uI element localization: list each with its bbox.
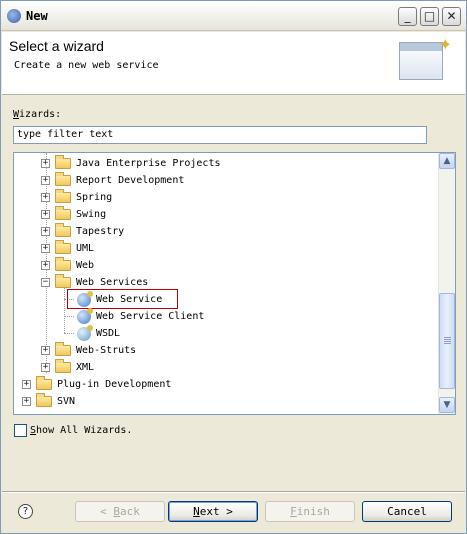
tree-item-uml[interactable]: + UML	[41, 240, 94, 257]
tree-item-java-enterprise-projects[interactable]: + Java Enterprise Projects	[41, 155, 221, 172]
expand-icon[interactable]: +	[41, 363, 50, 372]
banner-description: Create a new web service	[14, 60, 159, 71]
expand-icon[interactable]: +	[41, 244, 50, 253]
tree-item-tapestry[interactable]: + Tapestry	[41, 223, 124, 240]
wizard-banner: Select a wizard Create a new web service…	[2, 32, 465, 95]
help-icon[interactable]: ?	[18, 504, 33, 519]
cancel-button[interactable]: Cancel	[362, 501, 452, 522]
tree-item-label: Web	[76, 260, 95, 271]
scroll-up-button[interactable]: ▲	[439, 153, 455, 169]
tree-item-label: Web Services	[76, 277, 149, 288]
web-service-client-icon	[77, 307, 93, 324]
back-button[interactable]: < Back	[75, 501, 165, 522]
next-button[interactable]: Next >	[168, 501, 258, 522]
folder-icon	[55, 189, 71, 203]
collapse-icon[interactable]: −	[41, 278, 50, 287]
title-bar[interactable]: New _ □ ✕	[1, 1, 466, 31]
folder-icon	[36, 393, 52, 407]
scroll-down-button[interactable]: ▼	[439, 397, 455, 413]
expand-icon[interactable]: +	[22, 380, 31, 389]
tree-item-web-struts[interactable]: + Web-Struts	[41, 342, 136, 359]
tree-scrollbar[interactable]: ▲ ▼	[438, 153, 455, 414]
folder-icon	[55, 240, 71, 254]
folder-icon	[36, 376, 52, 390]
expand-icon[interactable]: +	[22, 397, 31, 406]
tree-item-label: Report Development	[76, 175, 185, 186]
expand-icon[interactable]: +	[41, 193, 50, 202]
tree-item-label: Web Service Client	[96, 311, 205, 322]
tree-item-label: Spring	[76, 192, 113, 203]
folder-icon	[55, 257, 71, 271]
tree-item-spring[interactable]: + Spring	[41, 189, 112, 206]
tree-connector	[64, 333, 74, 334]
folder-icon	[55, 359, 71, 373]
tree-item-label: Swing	[76, 209, 107, 220]
minimize-button[interactable]: _	[398, 7, 417, 26]
expand-icon[interactable]: +	[41, 346, 50, 355]
window-title: New	[26, 9, 48, 23]
tree-item-label: Plug-in Development	[57, 379, 172, 390]
folder-open-icon	[55, 274, 71, 288]
tree-item-web[interactable]: + Web	[41, 257, 94, 274]
button-bar-separator	[2, 491, 465, 493]
tree-item-plug-in-development[interactable]: + Plug-in Development	[22, 376, 171, 393]
wsdl-icon	[77, 324, 93, 341]
filter-input[interactable]: type filter text	[13, 126, 427, 144]
expand-icon[interactable]: +	[41, 227, 50, 236]
folder-icon	[55, 172, 71, 186]
tree-item-report-development[interactable]: + Report Development	[41, 172, 184, 189]
close-button[interactable]: ✕	[442, 7, 461, 26]
finish-button[interactable]: Finish	[265, 501, 355, 522]
folder-icon	[55, 342, 71, 356]
wizards-label: Wizards:	[13, 109, 62, 120]
tree-item-wsdl[interactable]: WSDL	[77, 324, 121, 342]
tree-item-label: UML	[76, 243, 95, 254]
wizard-banner-icon: ✦	[399, 35, 452, 80]
tree-item-swing[interactable]: + Swing	[41, 206, 106, 223]
tree-item-web-service-client[interactable]: Web Service Client	[77, 307, 205, 325]
tree-item-label: WSDL	[96, 328, 121, 339]
show-all-wizards-label: Show All Wizards.	[30, 425, 133, 436]
tree-item-label: Web-Struts	[76, 345, 137, 356]
tree-item-label: Tapestry	[76, 226, 125, 237]
tree-item-label: Java Enterprise Projects	[76, 158, 221, 169]
tree-item-xml[interactable]: + XML	[41, 359, 94, 376]
expand-icon[interactable]: +	[41, 210, 50, 219]
tree-item-web-service[interactable]: Web Service	[77, 290, 163, 308]
app-icon	[7, 9, 21, 23]
folder-icon	[55, 223, 71, 237]
scroll-thumb[interactable]	[439, 293, 455, 389]
tree-item-label: XML	[76, 362, 95, 373]
show-all-wizards-option[interactable]: Show All Wizards.	[14, 424, 132, 437]
folder-icon	[55, 155, 71, 169]
folder-icon	[55, 206, 71, 220]
wizard-tree[interactable]: + Java Enterprise Projects + Report Deve…	[13, 152, 456, 415]
maximize-button[interactable]: □	[420, 7, 439, 26]
show-all-wizards-checkbox[interactable]	[14, 424, 27, 437]
tree-item-label: Web Service	[96, 294, 163, 305]
banner-title: Select a wizard	[9, 38, 104, 54]
tree-connector	[64, 316, 74, 317]
web-service-icon	[77, 290, 93, 307]
expand-icon[interactable]: +	[41, 176, 50, 185]
tree-item-svn[interactable]: + SVN	[22, 393, 75, 410]
tree-item-label: SVN	[57, 396, 76, 407]
new-wizard-dialog: New _ □ ✕ Select a wizard Create a new w…	[0, 0, 467, 534]
expand-icon[interactable]: +	[41, 159, 50, 168]
expand-icon[interactable]: +	[41, 261, 50, 270]
